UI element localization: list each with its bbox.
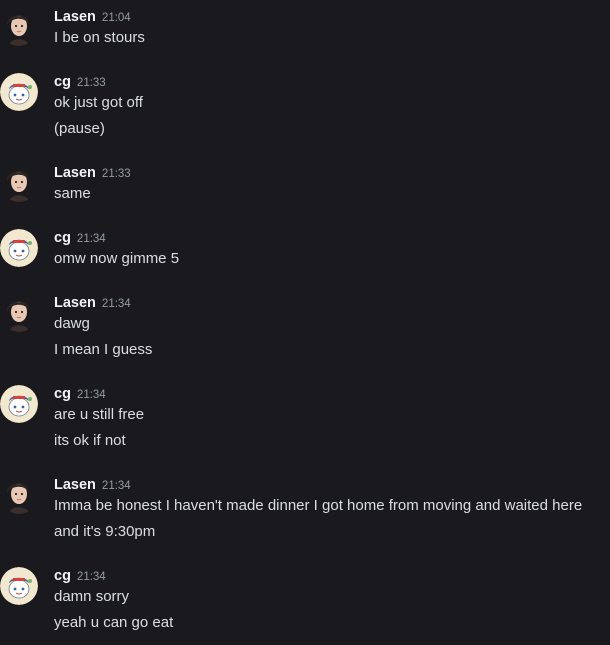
message-text: dawg [54,315,90,332]
message-text: same [54,185,91,202]
cg-avatar-icon[interactable] [0,385,38,423]
message-text: I be on stours [54,29,145,46]
lasen-avatar-icon[interactable] [0,294,38,332]
message-text: omw now gimme 5 [54,250,180,267]
message-text: yeah u can go eat [54,614,174,631]
lasen-avatar-icon[interactable] [0,8,38,46]
timestamp: 21:04 [101,12,131,24]
message-text: Imma be honest I haven't made dinner I g… [54,497,583,514]
message-header: cg 21:34 [54,385,106,405]
message-text: damn sorry [54,588,130,605]
timestamp: 21:34 [76,571,106,583]
username[interactable]: Lasen [54,165,96,181]
message-text: (pause) [54,120,105,137]
cg-avatar-icon[interactable] [0,567,38,605]
chat-message-list: Lasen 21:04 I be on stours cg 21:33 ok jus… [0,0,610,645]
message-text: its ok if not [54,432,126,449]
message-text: and it's 9:30pm [54,523,156,540]
username[interactable]: cg [54,386,71,402]
message-header: Lasen 21:33 [54,164,131,184]
message-header: cg 21:34 [54,229,106,249]
username[interactable]: cg [54,74,71,90]
username[interactable]: Lasen [54,477,96,493]
lasen-avatar-icon[interactable] [0,164,38,202]
message-header: Lasen 21:04 [54,8,131,28]
timestamp: 21:33 [101,168,131,180]
username[interactable]: Lasen [54,295,96,311]
username[interactable]: Lasen [54,9,96,25]
lasen-avatar-icon[interactable] [0,476,38,514]
timestamp: 21:33 [76,77,106,89]
username[interactable]: cg [54,230,71,246]
timestamp: 21:34 [101,480,131,492]
message-text: ok just got off [54,94,143,111]
message-header: Lasen 21:34 [54,294,131,314]
message-text: I mean I guess [54,341,153,358]
cg-avatar-icon[interactable] [0,229,38,267]
cg-avatar-icon[interactable] [0,73,38,111]
timestamp: 21:34 [76,389,106,401]
timestamp: 21:34 [76,233,106,245]
message-header: cg 21:33 [54,73,106,93]
username[interactable]: cg [54,568,71,584]
timestamp: 21:34 [101,298,131,310]
message-text: are u still free [54,406,145,423]
message-header: Lasen 21:34 [54,476,131,496]
message-header: cg 21:34 [54,567,106,587]
